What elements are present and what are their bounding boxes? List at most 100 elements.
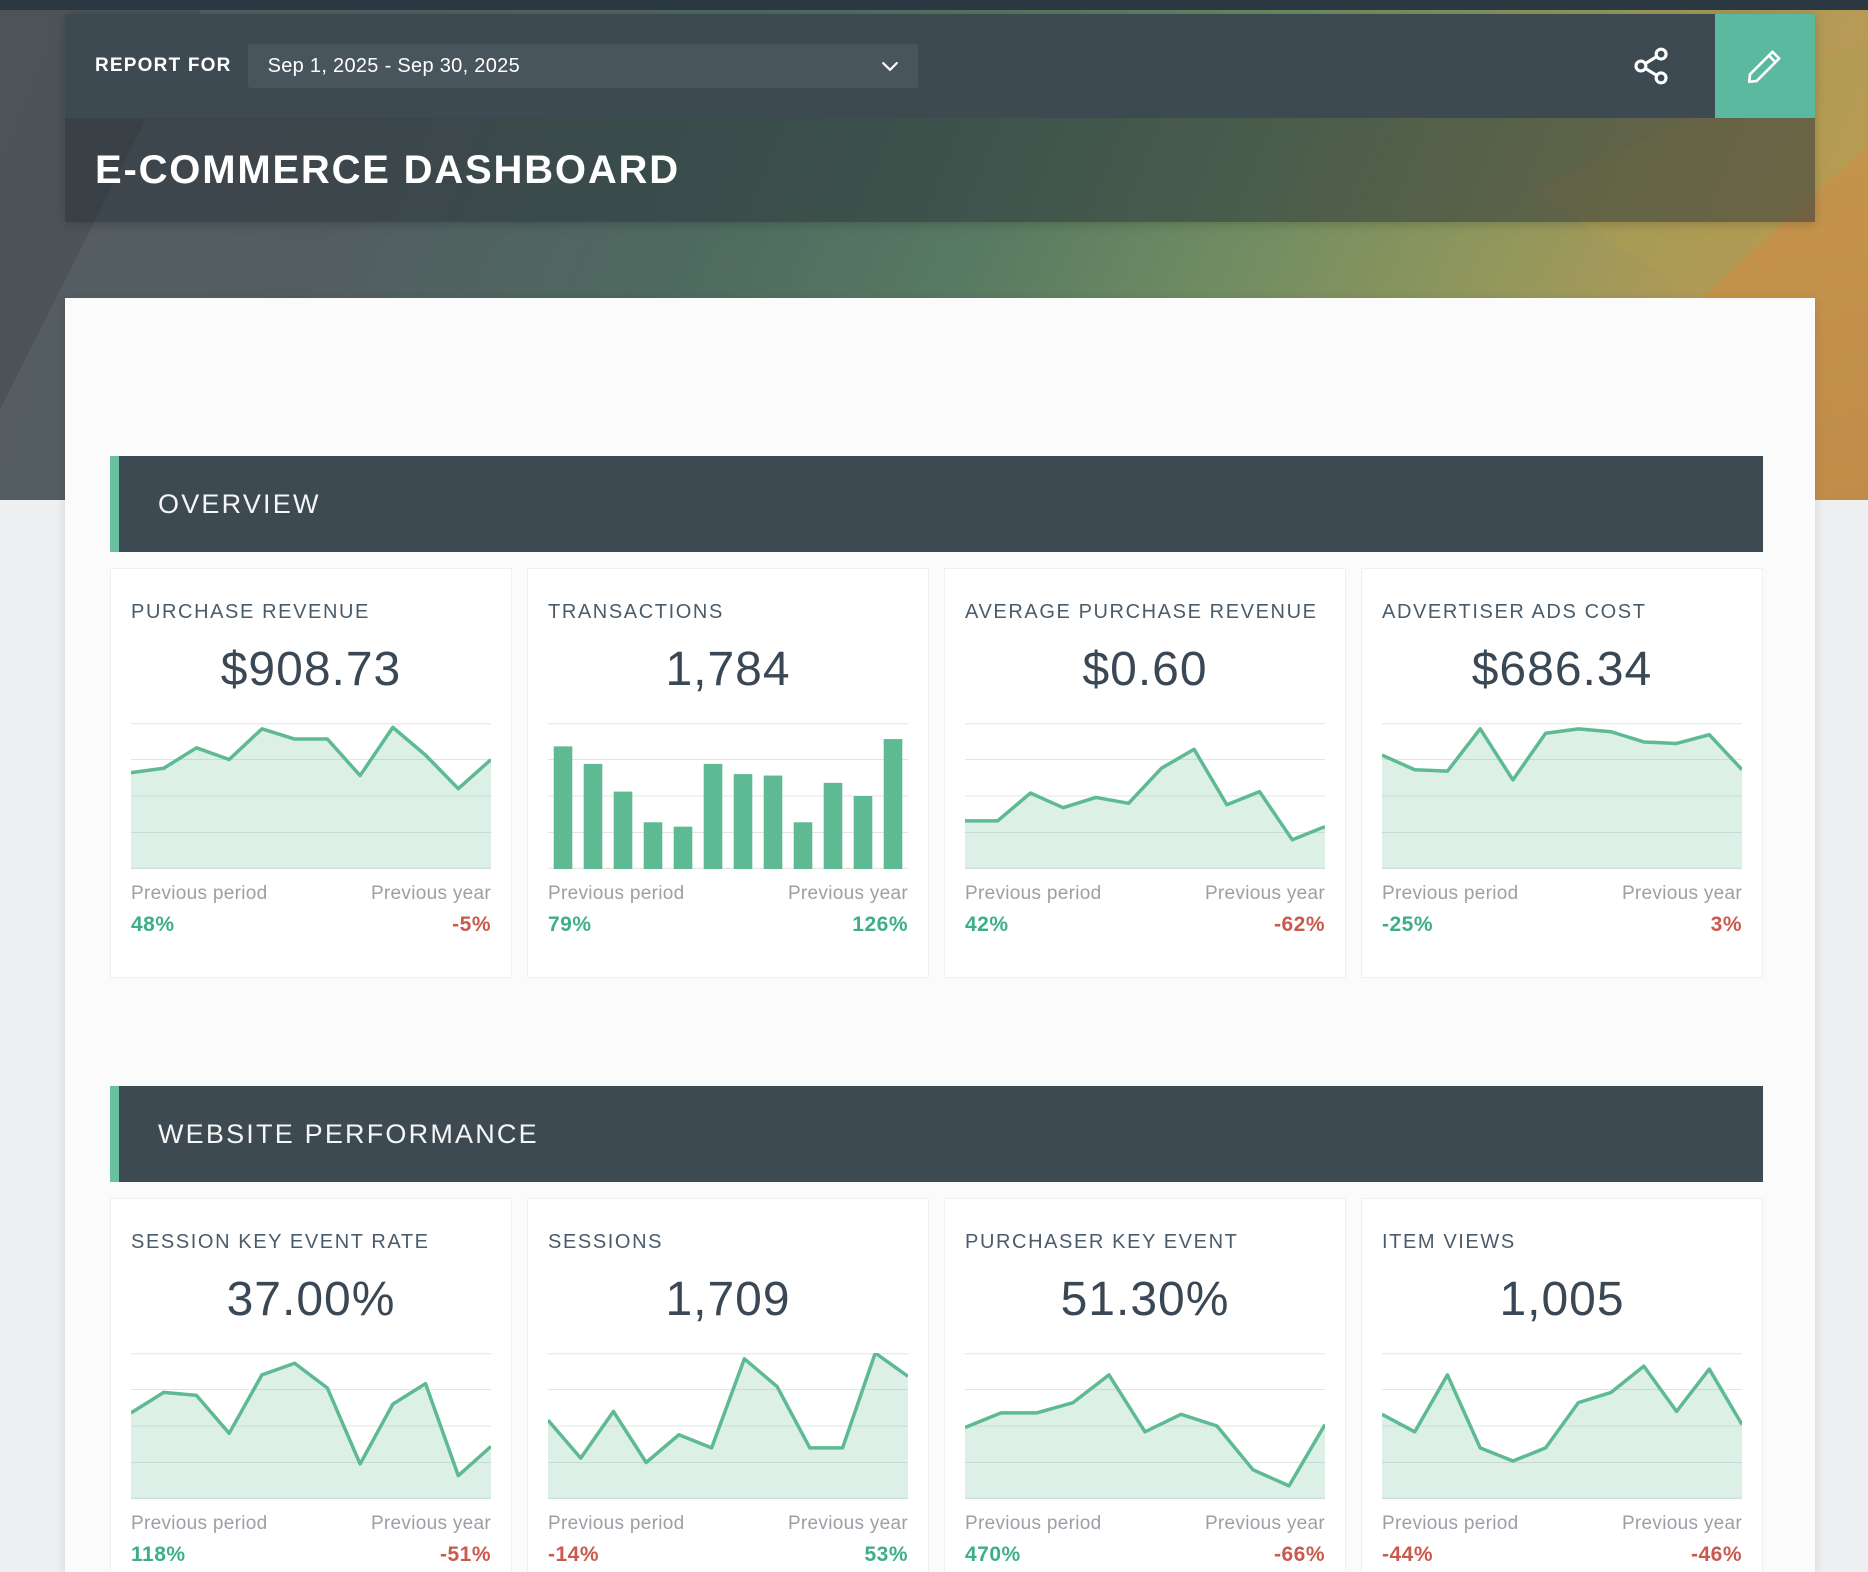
- previous-year-stat: Previous year -62%: [1205, 883, 1325, 937]
- stat-label: Previous period: [548, 1513, 685, 1535]
- metric-value: 51.30%: [965, 1272, 1325, 1327]
- previous-year-stat: Previous year -66%: [1205, 1513, 1325, 1567]
- stat-label: Previous year: [1622, 1513, 1742, 1535]
- metric-card: PURCHASER KEY EVENT 51.30% Previous period…: [944, 1198, 1346, 1572]
- stat-label: Previous period: [965, 1513, 1102, 1535]
- comparison-stats: Previous period 48% Previous year -5%: [131, 883, 491, 937]
- stat-label: Previous period: [965, 883, 1102, 905]
- comparison-stats: Previous period -25% Previous year3%: [1382, 883, 1742, 937]
- stat-value: -14%: [548, 1543, 685, 1567]
- previous-period-stat: Previous period 79%: [548, 883, 685, 937]
- report-for-label: REPORT FOR: [95, 55, 232, 77]
- metric-value: 1,709: [548, 1272, 908, 1327]
- section-title: OVERVIEW: [158, 489, 321, 520]
- previous-period-stat: Previous period -44%: [1382, 1513, 1519, 1567]
- stat-value: -25%: [1382, 913, 1519, 937]
- metric-label: PURCHASER KEY EVENT: [965, 1231, 1325, 1254]
- stat-value: 3%: [1622, 913, 1742, 937]
- previous-year-stat: Previous year126%: [788, 883, 908, 937]
- stat-label: Previous period: [1382, 1513, 1519, 1535]
- share-button[interactable]: [1629, 44, 1673, 88]
- stat-value: 48%: [131, 913, 268, 937]
- stat-value: -46%: [1622, 1543, 1742, 1567]
- stat-value: 126%: [788, 913, 908, 937]
- previous-period-stat: Previous period470%: [965, 1513, 1102, 1567]
- stat-label: Previous year: [788, 1513, 908, 1535]
- metric-card: PURCHASE REVENUE $908.73 Previous period 48…: [110, 568, 512, 978]
- stat-value: -44%: [1382, 1543, 1519, 1567]
- report-header-toolbar: REPORT FOR Sep 1, 2025 - Sep 30, 2025: [65, 14, 1815, 118]
- area-sparkline-chart: [1382, 723, 1742, 869]
- previous-period-stat: Previous period 42%: [965, 883, 1102, 937]
- metric-value: $908.73: [131, 642, 491, 697]
- stat-label: Previous period: [131, 883, 268, 905]
- metric-value: 1,005: [1382, 1272, 1742, 1327]
- metric-cards-grid: PURCHASE REVENUE $908.73 Previous period 48…: [110, 568, 1763, 978]
- metric-label: SESSION KEY EVENT RATE: [131, 1231, 491, 1254]
- section-website-performance: WEBSITE PERFORMANCE SESSION KEY EVENT RA…: [110, 1086, 1763, 1572]
- top-strip: [0, 0, 1868, 10]
- metric-value: 37.00%: [131, 1272, 491, 1327]
- metric-label: ADVERTISER ADS COST: [1382, 601, 1742, 624]
- stat-value: 53%: [788, 1543, 908, 1567]
- report-header: REPORT FOR Sep 1, 2025 - Sep 30, 2025: [65, 14, 1815, 222]
- chevron-down-icon: [882, 62, 898, 71]
- metric-value: $0.60: [965, 642, 1325, 697]
- stat-label: Previous year: [1205, 883, 1325, 905]
- stat-label: Previous year: [1205, 1513, 1325, 1535]
- page-title: E-COMMERCE DASHBOARD: [95, 148, 680, 193]
- date-range-value: Sep 1, 2025 - Sep 30, 2025: [268, 55, 520, 78]
- previous-year-stat: Previous year -46%: [1622, 1513, 1742, 1567]
- edit-button[interactable]: [1715, 14, 1815, 118]
- previous-year-stat: Previous year3%: [1622, 883, 1742, 937]
- section-accent-stripe: [110, 1086, 119, 1182]
- metric-card: SESSION KEY EVENT RATE 37.00% Previous per…: [110, 1198, 512, 1572]
- area-sparkline-chart: [548, 1353, 908, 1499]
- metric-card: SESSIONS1,709Previous period-14%Previous…: [527, 1198, 929, 1572]
- metric-label: PURCHASE REVENUE: [131, 601, 491, 624]
- stat-value: 118%: [131, 1543, 268, 1567]
- header-actions: [1629, 14, 1815, 118]
- metric-label: SESSIONS: [548, 1231, 908, 1254]
- previous-year-stat: Previous year -5%: [371, 883, 491, 937]
- comparison-stats: Previous period 42% Previous year -62%: [965, 883, 1325, 937]
- previous-year-stat: Previous year-51%: [371, 1513, 491, 1567]
- date-range-dropdown[interactable]: Sep 1, 2025 - Sep 30, 2025: [248, 44, 918, 88]
- section-header-website-performance: WEBSITE PERFORMANCE: [110, 1086, 1763, 1182]
- comparison-stats: Previous period 118% Previous year-51%: [131, 1513, 491, 1567]
- pencil-icon: [1744, 45, 1786, 87]
- previous-period-stat: Previous period 48%: [131, 883, 268, 937]
- stat-label: Previous year: [371, 883, 491, 905]
- area-sparkline-chart: [131, 723, 491, 869]
- area-sparkline-chart: [965, 1353, 1325, 1499]
- comparison-stats: Previous period -14% Previous year 53%: [548, 1513, 908, 1567]
- metric-label: ITEM VIEWS: [1382, 1231, 1742, 1254]
- area-sparkline-chart: [1382, 1353, 1742, 1499]
- previous-year-stat: Previous year 53%: [788, 1513, 908, 1567]
- stat-label: Previous period: [548, 883, 685, 905]
- metric-value: $686.34: [1382, 642, 1742, 697]
- area-sparkline-chart: [131, 1353, 491, 1499]
- stat-value: -5%: [371, 913, 491, 937]
- metric-label: AVERAGE PURCHASE REVENUE: [965, 601, 1325, 624]
- comparison-stats: Previous period470% Previous year -66%: [965, 1513, 1325, 1567]
- report-title-bar: E-COMMERCE DASHBOARD: [65, 118, 1815, 222]
- metric-card: AVERAGE PURCHASE REVENUE $0.60 Previous pe…: [944, 568, 1346, 978]
- share-icon: [1629, 44, 1673, 88]
- stat-value: 79%: [548, 913, 685, 937]
- dashboard-content: OVERVIEW PURCHASE REVENUE $908.73 Previous…: [65, 298, 1815, 1572]
- section-accent-stripe: [110, 456, 119, 552]
- stat-value: 42%: [965, 913, 1102, 937]
- area-sparkline-chart: [965, 723, 1325, 869]
- previous-period-stat: Previous period 118%: [131, 1513, 268, 1567]
- comparison-stats: Previous period -44% Previous year -46%: [1382, 1513, 1742, 1567]
- stat-value: -62%: [1205, 913, 1325, 937]
- metric-card: TRANSACTIONS1,784Previous period79%Previ…: [527, 568, 929, 978]
- stat-label: Previous period: [131, 1513, 268, 1535]
- metric-value: 1,784: [548, 642, 908, 697]
- stat-label: Previous year: [371, 1513, 491, 1535]
- previous-period-stat: Previous period -25%: [1382, 883, 1519, 937]
- previous-period-stat: Previous period -14%: [548, 1513, 685, 1567]
- stat-value: -66%: [1205, 1543, 1325, 1567]
- stat-label: Previous period: [1382, 883, 1519, 905]
